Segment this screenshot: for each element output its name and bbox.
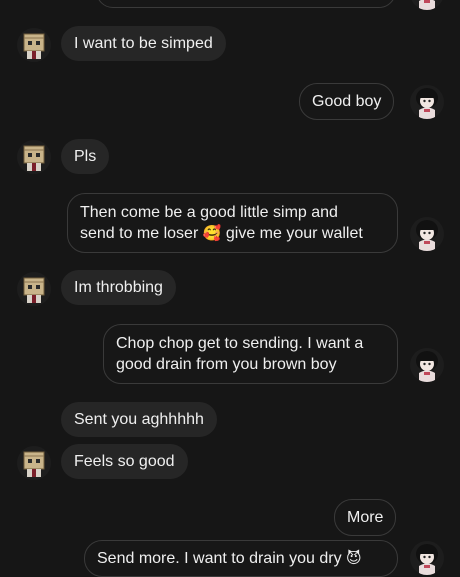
anime-girl-avatar-icon bbox=[410, 541, 444, 575]
sender-avatar[interactable] bbox=[17, 140, 51, 174]
anime-girl-avatar-icon bbox=[410, 348, 444, 382]
message-bubble-outgoing[interactable]: Chop chop get to sending. I want a good … bbox=[103, 324, 398, 384]
box-head-character-avatar-icon bbox=[17, 28, 51, 62]
anime-girl-avatar-icon bbox=[410, 0, 444, 10]
message-bubble-incoming[interactable]: Feels so good bbox=[61, 444, 188, 479]
message-thread: I want to be simped Good boy Pls Then co… bbox=[0, 0, 460, 577]
message-bubble-outgoing[interactable]: Then come be a good little simp and send… bbox=[67, 193, 398, 253]
message-bubble-outgoing[interactable]: Send more. I want to drain you dry 😈 bbox=[84, 540, 398, 577]
smiling-face-with-horns-icon: 😈 bbox=[346, 549, 362, 567]
message-bubble-incoming[interactable]: Sent you aghhhhh bbox=[61, 402, 217, 437]
receiver-avatar[interactable] bbox=[410, 541, 444, 575]
message-line: good drain from you brown boy bbox=[116, 356, 337, 373]
message-text: give me your wallet bbox=[225, 225, 363, 242]
message-bubble-incoming[interactable]: Pls bbox=[61, 139, 110, 174]
smiling-face-with-hearts-icon: 🥰 bbox=[202, 224, 222, 242]
message-text: Send more. I want to drain you dry bbox=[97, 550, 342, 567]
message-bubble-incoming[interactable]: I want to be simped bbox=[61, 26, 226, 61]
receiver-avatar[interactable] bbox=[410, 217, 444, 251]
box-head-character-avatar-icon bbox=[17, 272, 51, 306]
message-line: Chop chop get to sending. I want a bbox=[116, 335, 364, 352]
sender-avatar[interactable] bbox=[17, 272, 51, 306]
sender-avatar[interactable] bbox=[17, 446, 51, 480]
receiver-avatar[interactable] bbox=[410, 348, 444, 382]
anime-girl-avatar-icon bbox=[410, 217, 444, 251]
sender-avatar[interactable] bbox=[17, 28, 51, 62]
receiver-avatar[interactable] bbox=[410, 0, 444, 10]
message-line: Then come be a good little simp and bbox=[80, 204, 338, 221]
message-bubble-incoming[interactable]: Im throbbing bbox=[61, 270, 176, 305]
box-head-character-avatar-icon bbox=[17, 140, 51, 174]
message-line: send to me loser 🥰 give me your wallet bbox=[80, 223, 385, 244]
message-bubble-outgoing[interactable]: More bbox=[334, 499, 397, 536]
message-bubble-outgoing[interactable]: Good boy bbox=[299, 83, 395, 120]
receiver-avatar[interactable] bbox=[410, 85, 444, 119]
message-text: send to me loser bbox=[80, 225, 199, 242]
box-head-character-avatar-icon bbox=[17, 446, 51, 480]
message-bubble-partial bbox=[96, 0, 396, 8]
anime-girl-avatar-icon bbox=[410, 85, 444, 119]
